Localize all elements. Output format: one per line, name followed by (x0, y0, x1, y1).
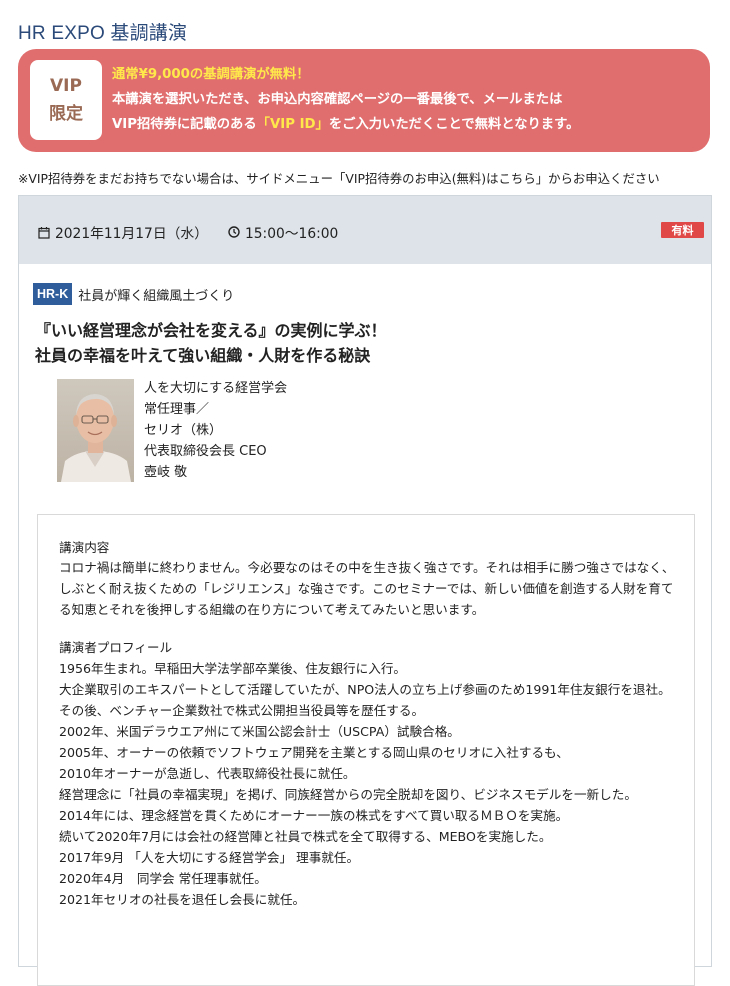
profile-line: 2020年4月 同学会 常任理事就任。 (59, 871, 267, 886)
profile-label: 講演者プロフィール (59, 640, 173, 655)
session-card: 2021年11月17日（水） 15:00〜16:00 有料 HR-K 社員が輝く… (18, 195, 712, 986)
speaker-org2: セリオ（株） (144, 423, 223, 438)
profile-line: 2014年には、理念経営を貫くためにオーナー一族の株式をすべて買い取るＭＢＯを実… (59, 808, 569, 823)
session-header: 2021年11月17日（水） 15:00〜16:00 有料 (19, 196, 711, 264)
speaker-org1: 人を大切にする経営学会 (144, 381, 288, 396)
session-title-line1: 『いい経営理念が会社を変える』の実例に学ぶ！ (35, 321, 387, 340)
vip-banner: VIP 限定 通常¥9,000の基調講演が無料！ 本講演を選択いただき、お申込内… (18, 49, 710, 152)
profile-line: 大企業取引のエキスパートとして活躍していたが、NPO法人の立ち上げ参画のため19… (59, 682, 671, 697)
vip-line2: 本講演を選択いただき、お申込内容確認ページの一番最後で、メールまたは (112, 92, 563, 107)
page-title: HR EXPO 基調講演 (18, 23, 188, 44)
vip-id-highlight: 「VIP ID」 (256, 117, 329, 132)
speaker-name: 壺岐 敬 (144, 465, 188, 480)
session-time: 15:00〜16:00 (228, 222, 338, 242)
session-date-text: 2021年11月17日（水） (55, 226, 209, 242)
track-name: 社員が輝く組織風土づくり (78, 288, 235, 304)
profile-line: 2021年セリオの社長を退任し会長に就任。 (59, 892, 306, 907)
speaker-photo (57, 379, 134, 482)
vip-line3: VIP招待券に記載のある「VIP ID」をご入力いただくことで無料となります。 (112, 112, 702, 137)
track-row: HR-K 社員が輝く組織風土づくり (33, 283, 234, 305)
content-label: 講演内容 (59, 540, 110, 555)
vip-note: ※VIP招待券をまだお持ちでない場合は、サイドメニュー「VIP招待券のお申込(無… (18, 171, 660, 186)
profile-line: 2005年、オーナーの依頼でソフトウェア開発を主業とする岡山県のセリオに入社する… (59, 745, 569, 760)
vip-headline: 通常¥9,000の基調講演が無料！ (112, 67, 310, 82)
calendar-icon (38, 226, 50, 239)
speaker-role1: 常任理事／ (144, 402, 210, 417)
vip-line3-pre: VIP招待券に記載のある (112, 117, 257, 132)
speaker-info: 人を大切にする経営学会 常任理事／ セリオ（株） 代表取締役会長 CEO 壺岐 … (144, 378, 287, 483)
profile-line: 2010年オーナーが急逝し、代表取締役社長に就任。 (59, 766, 356, 781)
session-title-line2: 社員の幸福を叶えて強い組織・人財を作る秘訣 (35, 346, 371, 365)
profile-line: 1956年生まれ。早稲田大学法学部卒業後、住友銀行に入行。 (59, 661, 407, 676)
track-code-badge: HR-K (33, 283, 73, 305)
profile-line: 経営理念に「社員の幸福実現」を掲げ、同族経営からの完全脱却を図り、ビジネスモデル… (59, 787, 637, 802)
profile-line: 続いて2020年7月には会社の経営陣と社員で株式を全て取得する、MEBOを実施し… (59, 829, 552, 844)
session-date: 2021年11月17日（水） (38, 222, 208, 242)
vip-line3-post: をご入力いただくことで無料となります。 (328, 117, 580, 132)
speaker-role2: 代表取締役会長 CEO (144, 444, 267, 459)
clock-icon (228, 226, 240, 238)
session-detail-box: 講演内容 コロナ禍は簡単に終わりません。今必要なのはその中を生き抜く強さです。そ… (37, 514, 695, 986)
profile-line: 2017年9月 「人を大切にする経営学会」 理事就任。 (59, 850, 360, 865)
vip-banner-text: 通常¥9,000の基調講演が無料！ 本講演を選択いただき、お申込内容確認ページの… (112, 62, 702, 137)
session-title: 『いい経営理念が会社を変える』の実例に学ぶ！ 社員の幸福を叶えて強い組織・人財を… (35, 318, 695, 368)
profile-line: 2002年、米国デラウエア州にて米国公認会計士（USCPA）試験合格。 (59, 724, 460, 739)
profile-text: 1956年生まれ。早稲田大学法学部卒業後、住友銀行に入行。 大企業取引のエキスパ… (59, 658, 675, 910)
vip-badge: VIP 限定 (30, 60, 102, 140)
vip-badge-line1: VIP (50, 76, 82, 96)
content-text: コロナ禍は簡単に終わりません。今必要なのはその中を生き抜く強さです。それは相手に… (59, 560, 675, 617)
session-time-text: 15:00〜16:00 (245, 226, 339, 242)
price-badge: 有料 (661, 222, 704, 238)
vip-badge-line2: 限定 (49, 104, 83, 124)
profile-line: その後、ベンチャー企業数社で株式公開担当役員等を歴任する。 (59, 703, 425, 718)
